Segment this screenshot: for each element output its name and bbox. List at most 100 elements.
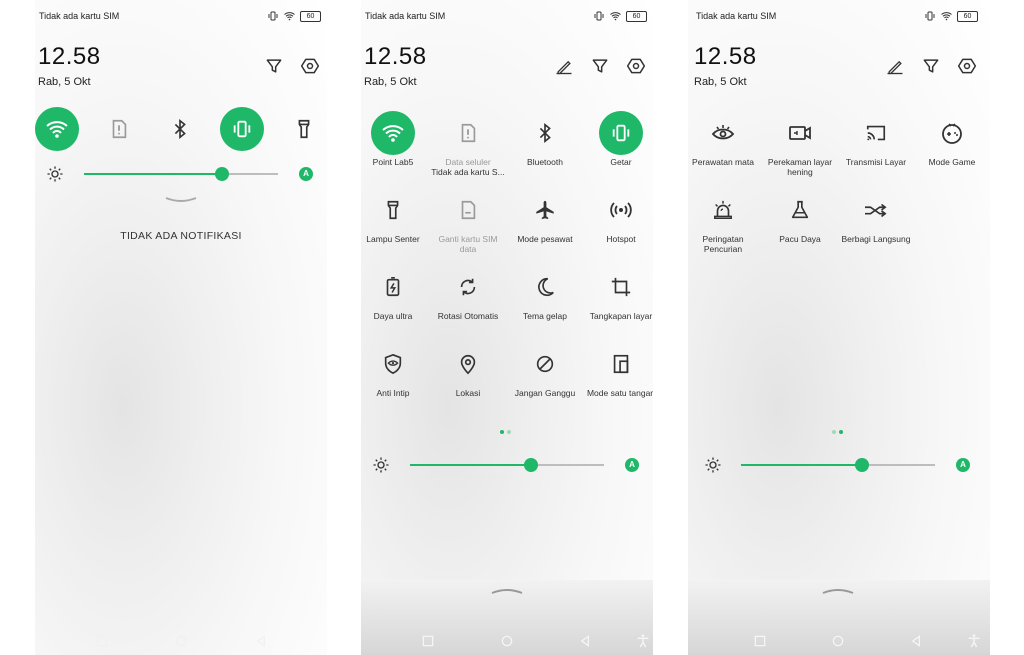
tile-label: Hotspot: [606, 234, 636, 244]
tile-game-mode[interactable]: Mode Game: [914, 111, 990, 167]
clock: 12.58: [364, 43, 427, 70]
auto-brightness-toggle[interactable]: A: [956, 458, 970, 472]
tile-location[interactable]: Lokasi: [430, 342, 506, 398]
sim-icon: [461, 123, 476, 143]
settings-icon[interactable]: [626, 56, 646, 76]
alarm-icon: [714, 200, 732, 219]
settings-icon[interactable]: [300, 56, 320, 76]
tile-label: Jangan Ganggu: [514, 388, 576, 398]
clock: 12.58: [38, 43, 101, 70]
brightness-knob[interactable]: [855, 458, 869, 472]
settings-icon[interactable]: [957, 56, 977, 76]
share-icon: [865, 203, 887, 218]
tile-label: Tema gelap: [523, 311, 567, 321]
tile-label: Perekaman layar hening: [767, 157, 833, 177]
tile-anti-peep[interactable]: Anti Intip: [361, 342, 431, 398]
chevron-up-icon[interactable]: [490, 587, 524, 595]
bluetooth-icon: [174, 119, 186, 139]
vibrate-icon: [612, 124, 630, 142]
tile-label: Mode pesawat: [517, 234, 573, 244]
tile-label: Anti Intip: [376, 388, 410, 398]
tile-mobile-data[interactable]: Data seluler Tidak ada kartu S...: [430, 111, 506, 177]
back-icon[interactable]: [577, 633, 593, 649]
tile-label: Daya ultra: [373, 311, 413, 321]
brightness-fill: [741, 464, 862, 466]
tile-screenshot[interactable]: Tangkapan layar: [583, 265, 653, 321]
back-icon[interactable]: [908, 633, 924, 649]
tile-label: Ganti kartu SIM data: [438, 234, 498, 254]
home-icon[interactable]: [499, 633, 515, 649]
tile-theft-alert[interactable]: Peringatan Pencurian: [688, 188, 761, 254]
wifi-status-icon: [941, 12, 952, 21]
tile-screen-cast[interactable]: Transmisi Layar: [838, 111, 914, 167]
sun-icon: [705, 457, 721, 473]
tile-eye-care[interactable]: Perawatan mata: [688, 111, 761, 167]
brightness-knob[interactable]: [524, 458, 538, 472]
tile-flashlight[interactable]: [266, 107, 327, 151]
page-dot: [839, 430, 843, 434]
battery-saver-icon: [386, 277, 400, 297]
tile-silent-screen-record[interactable]: Perekaman layar hening: [762, 111, 838, 177]
tile-switch-sim[interactable]: Ganti kartu SIM data: [430, 188, 506, 254]
chevron-down-icon[interactable]: [164, 196, 198, 204]
navigation-bar: [688, 627, 990, 655]
page-dot: [500, 430, 504, 434]
chevron-up-icon[interactable]: [821, 587, 855, 595]
home-icon[interactable]: [830, 633, 846, 649]
accessibility-icon[interactable]: [635, 633, 651, 649]
date: Rab, 5 Okt: [694, 76, 747, 88]
tile-label: Getar: [610, 157, 632, 167]
carrier-status: Tidak ada kartu SIM: [365, 11, 446, 21]
tile-label: Point Lab5: [372, 157, 414, 167]
status-icons: 60: [267, 10, 321, 22]
tile-dark-theme[interactable]: Tema gelap: [507, 265, 583, 321]
tile-bluetooth[interactable]: Bluetooth: [507, 111, 583, 167]
tile-hotspot[interactable]: Hotspot: [583, 188, 653, 244]
tile-label: Perawatan mata: [692, 157, 754, 167]
tile-auto-rotate[interactable]: Rotasi Otomatis: [430, 265, 506, 321]
sim-icon: [112, 119, 127, 139]
recents-icon[interactable]: [94, 633, 110, 649]
bluetooth-icon: [539, 123, 551, 143]
page-dot: [832, 430, 836, 434]
page-indicator: [500, 430, 511, 434]
date: Rab, 5 Okt: [364, 76, 417, 88]
battery-indicator: 60: [957, 10, 978, 22]
recents-icon[interactable]: [752, 633, 768, 649]
tile-wifi[interactable]: Point Lab5: [361, 111, 431, 167]
flashlight-icon: [298, 119, 310, 139]
tile-power-boost[interactable]: Pacu Daya: [762, 188, 838, 244]
tile-vibrate[interactable]: Getar: [583, 111, 653, 167]
accessibility-icon[interactable]: [966, 633, 982, 649]
filter-icon[interactable]: [590, 56, 610, 76]
shield-eye-icon: [384, 353, 402, 375]
tile-airplane-mode[interactable]: Mode pesawat: [507, 188, 583, 244]
gamepad-icon: [942, 123, 962, 144]
home-icon[interactable]: [173, 633, 189, 649]
edit-icon[interactable]: [554, 56, 574, 76]
wifi-icon: [46, 121, 68, 138]
edit-icon[interactable]: [885, 56, 905, 76]
one-hand-icon: [613, 354, 629, 374]
hotspot-icon: [610, 202, 632, 218]
filter-icon[interactable]: [264, 56, 284, 76]
back-icon[interactable]: [253, 633, 269, 649]
auto-brightness-toggle[interactable]: A: [299, 167, 313, 181]
recents-icon[interactable]: [420, 633, 436, 649]
airplane-icon: [536, 200, 554, 220]
tile-ultra-power[interactable]: Daya ultra: [361, 265, 431, 321]
tile-one-hand-mode[interactable]: Mode satu tangan: [583, 342, 653, 398]
auto-brightness-toggle[interactable]: A: [625, 458, 639, 472]
tile-direct-share[interactable]: Berbagi Langsung: [838, 188, 914, 244]
tile-do-not-disturb[interactable]: Jangan Ganggu: [507, 342, 583, 398]
tile-flashlight[interactable]: Lampu Senter: [361, 188, 431, 244]
tile-label: Tangkapan layar: [589, 311, 653, 321]
carrier-status: Tidak ada kartu SIM: [39, 11, 120, 21]
clock: 12.58: [694, 43, 757, 70]
brightness-fill: [410, 464, 531, 466]
tile-label: Pacu Daya: [779, 234, 821, 244]
tile-label: Lampu Senter: [366, 234, 420, 244]
brightness-knob[interactable]: [215, 167, 229, 181]
filter-icon[interactable]: [921, 56, 941, 76]
tile-label: Berbagi Langsung: [841, 234, 911, 244]
